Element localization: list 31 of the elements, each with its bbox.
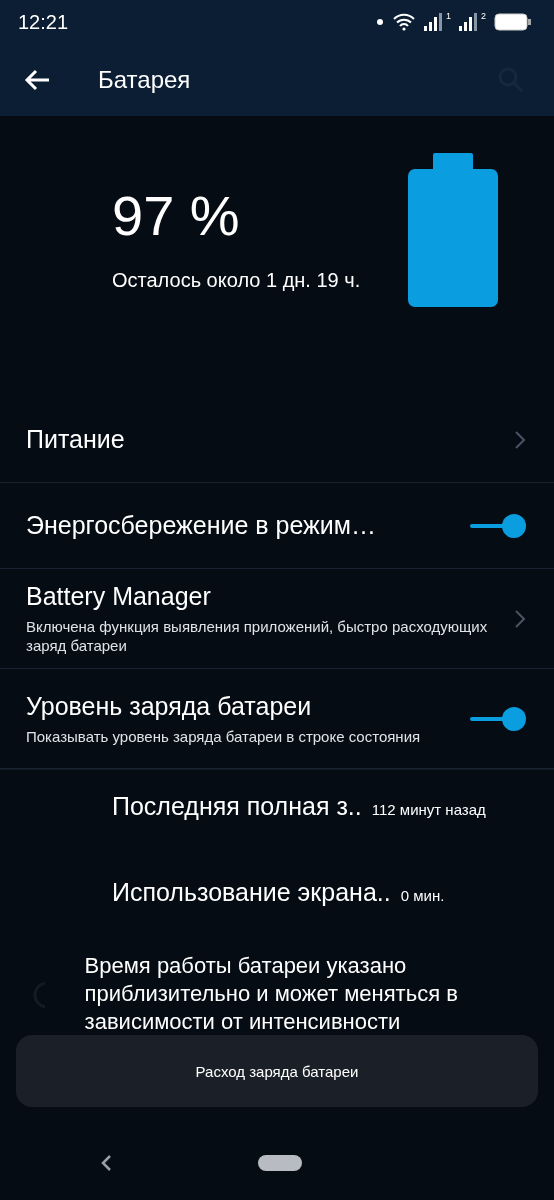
nav-back-button[interactable] — [100, 1154, 112, 1172]
setting-title: Энергосбережение в режим… — [26, 511, 377, 540]
signal-icon — [459, 12, 479, 32]
back-button[interactable] — [24, 69, 50, 91]
info-text: Время работы батареи указано приблизительно и может меняться в зависимости от интенсивности — [84, 952, 459, 1036]
chevron-right-icon — [514, 608, 526, 629]
stat-value: 112 минут назад — [371, 801, 486, 818]
battery-percent: 97 % — [112, 183, 241, 248]
stat-value: 0 мин. — [400, 887, 445, 904]
setting-description: Показывать уровень заряда батареи в строке состояния — [26, 726, 422, 746]
toast-message: Расход заряда батареи — [16, 1035, 538, 1107]
setting-description: Включена функция выявления приложений, быстро расходующих заряд батареи — [26, 617, 489, 655]
setting-title: Питание — [26, 425, 126, 454]
toggle-switch[interactable] — [470, 706, 526, 731]
notification-dot-icon — [375, 18, 384, 26]
toggle-switch[interactable] — [470, 513, 526, 538]
home-button[interactable] — [258, 1155, 302, 1171]
battery-icon — [408, 153, 498, 307]
signal-icon — [423, 12, 444, 32]
sim-label: 2 — [481, 11, 486, 21]
stat-label: Использование экрана.. — [112, 878, 391, 907]
screen-title: Батарея — [98, 66, 192, 94]
setting-title: Battery Manager — [26, 582, 212, 611]
setting-title: Уровень заряда батареи — [26, 691, 313, 721]
battery-icon — [494, 13, 532, 31]
stat-label: Последняя полная з.. — [112, 792, 362, 821]
battery-estimate: Осталось около 1 дн. 19 ч. — [112, 268, 362, 293]
sim-label: 1 — [445, 11, 451, 21]
chevron-right-icon — [514, 429, 526, 450]
status-time: 12:21 — [18, 10, 70, 34]
wifi-icon — [391, 13, 416, 31]
